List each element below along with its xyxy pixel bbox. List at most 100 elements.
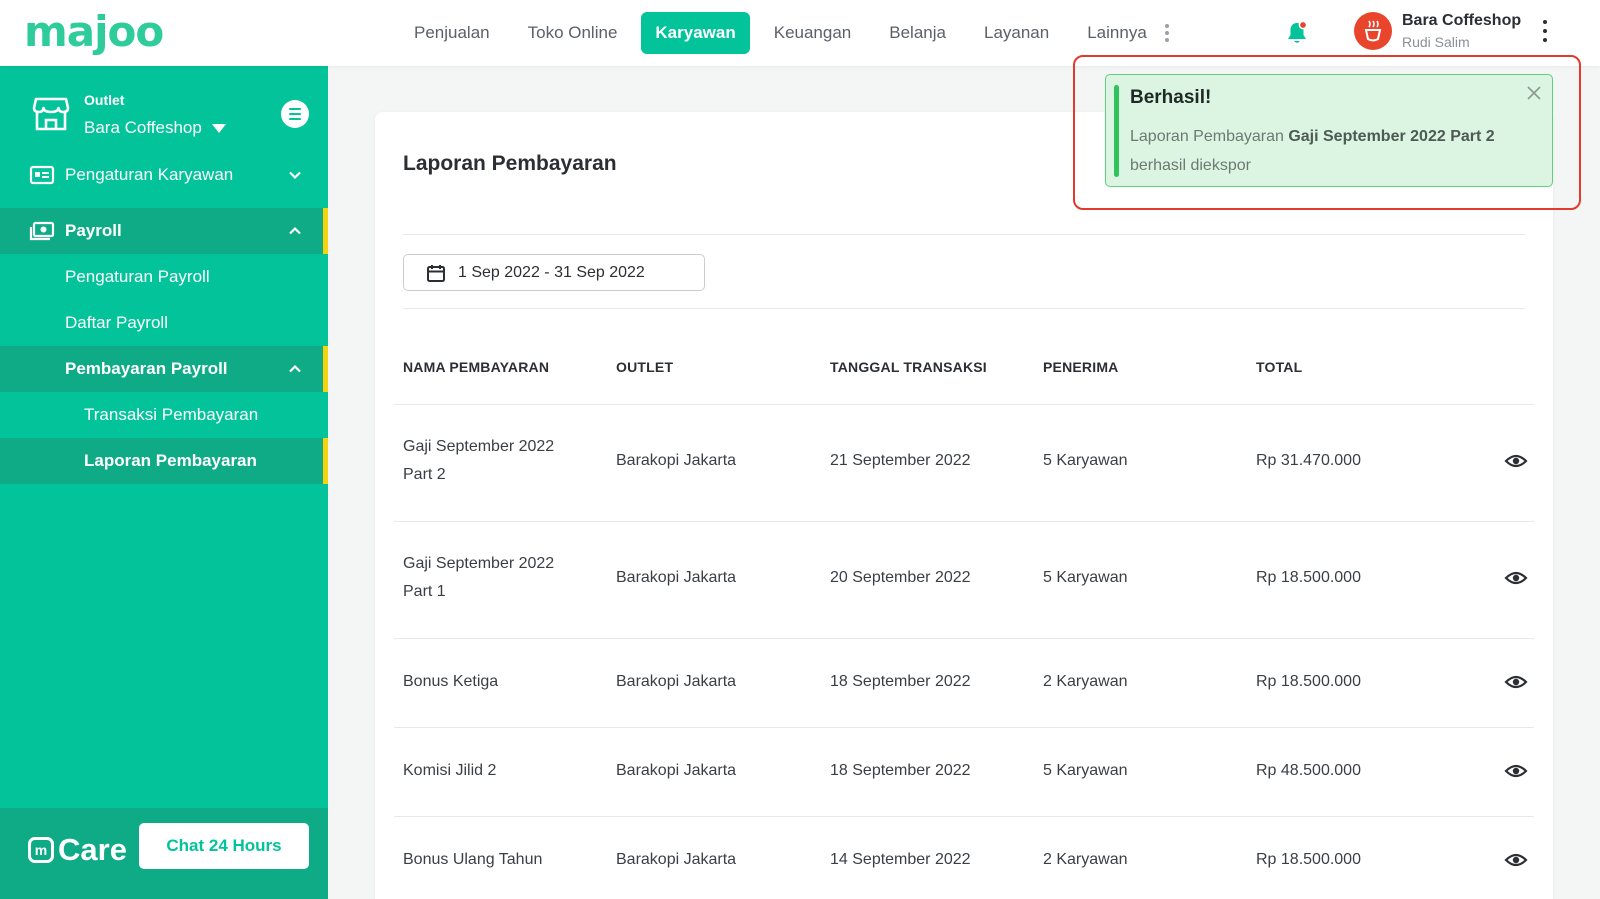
- sidebar-item-transaksi-pembayaran[interactable]: Transaksi Pembayaran: [0, 392, 328, 438]
- sidebar-item-payroll[interactable]: Payroll: [0, 208, 328, 254]
- more-vertical-icon[interactable]: [1161, 12, 1173, 54]
- column-header-nama: NAMA PEMBAYARAN: [403, 359, 550, 375]
- notification-bell-icon[interactable]: [1284, 20, 1310, 46]
- cell-name: Komisi Jilid 2: [403, 762, 497, 779]
- close-icon[interactable]: [1526, 85, 1542, 101]
- sidebar-item-pengaturan-payroll[interactable]: Pengaturan Payroll: [0, 254, 328, 300]
- cell-date: 14 September 2022: [830, 851, 971, 868]
- table-row[interactable]: Bonus Ulang Tahun Barakopi Jakarta 14 Se…: [394, 816, 1534, 899]
- cell-total: Rp 18.500.000: [1256, 673, 1361, 690]
- outlet-label: Outlet: [84, 92, 125, 108]
- toast-message-prefix: Laporan Pembayaran: [1130, 128, 1289, 145]
- outlet-name-text: Bara Coffeshop: [84, 118, 202, 137]
- nav-toko-online[interactable]: Toko Online: [514, 12, 632, 54]
- date-range-value: 1 Sep 2022 - 31 Sep 2022: [458, 263, 645, 281]
- nav-layanan[interactable]: Layanan: [970, 12, 1063, 54]
- care-text: Care: [58, 832, 127, 867]
- nav-lainnya[interactable]: Lainnya: [1073, 12, 1161, 54]
- cell-outlet: Barakopi Jakarta: [616, 569, 737, 586]
- cell-name: Gaji September 2022 Part 2: [403, 433, 554, 489]
- sidebar-item-pengaturan-karyawan[interactable]: Pengaturan Karyawan: [0, 152, 328, 198]
- chevron-up-icon: [289, 226, 301, 235]
- toast-message-bold: Gaji September 2022 Part 2: [1288, 128, 1495, 145]
- cell-date: 18 September 2022: [830, 673, 971, 690]
- toast-accent-bar: [1114, 85, 1119, 177]
- store-icon: [32, 97, 70, 131]
- success-toast: Berhasil! Laporan Pembayaran Gaji Septem…: [1105, 74, 1553, 187]
- outlet-selector[interactable]: Outlet Bara Coffeshop: [0, 66, 328, 152]
- table-row[interactable]: Gaji September 2022 Part 1 Barakopi Jaka…: [394, 521, 1534, 638]
- cell-name-line2: Part 1: [403, 583, 446, 600]
- user-avatar[interactable]: [1354, 12, 1392, 50]
- active-accent: [323, 346, 328, 392]
- sidebar-item-label: Payroll: [65, 221, 122, 240]
- cell-recipients: 5 Karyawan: [1043, 452, 1128, 469]
- sidebar-item-label: Pengaturan Payroll: [65, 267, 210, 286]
- money-icon: [29, 221, 55, 241]
- user-name[interactable]: Bara Coffeshop: [1402, 12, 1521, 30]
- cell-name-line2: Part 2: [403, 466, 446, 483]
- sidebar-item-label: Transaksi Pembayaran: [84, 405, 259, 424]
- sidebar-item-label: Pembayaran Payroll: [65, 359, 228, 378]
- cell-outlet: Barakopi Jakarta: [616, 851, 737, 868]
- sidebar-item-label: Daftar Payroll: [65, 313, 168, 332]
- nav-belanja[interactable]: Belanja: [875, 12, 960, 54]
- nav-keuangan[interactable]: Keuangan: [760, 12, 866, 54]
- divider: [403, 234, 1525, 235]
- cell-name-line1: Gaji September 2022: [403, 555, 555, 572]
- eye-icon[interactable]: [1504, 449, 1528, 473]
- chat-24-hours-button[interactable]: Chat 24 Hours: [139, 823, 309, 869]
- user-menu-icon[interactable]: [1540, 20, 1550, 42]
- toast-message: Laporan Pembayaran Gaji September 2022 P…: [1130, 122, 1530, 180]
- cell-outlet: Barakopi Jakarta: [616, 673, 737, 690]
- caret-down-icon: [211, 123, 226, 133]
- cell-total: Rp 18.500.000: [1256, 569, 1361, 586]
- cell-outlet: Barakopi Jakarta: [616, 762, 737, 779]
- sidebar-item-label: Laporan Pembayaran: [84, 451, 257, 470]
- column-header-outlet: OUTLET: [616, 359, 674, 375]
- cell-outlet: Barakopi Jakarta: [616, 452, 737, 469]
- eye-icon[interactable]: [1504, 670, 1528, 694]
- care-panel: m Care Chat 24 Hours: [0, 808, 328, 899]
- id-card-icon: [29, 165, 55, 185]
- sidebar-item-daftar-payroll[interactable]: Daftar Payroll: [0, 300, 328, 346]
- table-row[interactable]: Komisi Jilid 2 Barakopi Jakarta 18 Septe…: [394, 727, 1534, 816]
- toast-title: Berhasil!: [1130, 87, 1212, 108]
- calendar-icon: [427, 264, 445, 282]
- divider: [403, 308, 1525, 309]
- chevron-up-icon: [289, 364, 301, 373]
- majoo-care-logo: m Care: [28, 832, 127, 868]
- nav-penjualan[interactable]: Penjualan: [400, 12, 504, 54]
- sidebar-item-label: Pengaturan Karyawan: [65, 165, 234, 184]
- nav-karyawan[interactable]: Karyawan: [641, 12, 750, 54]
- active-accent: [323, 438, 328, 484]
- column-header-penerima: PENERIMA: [1043, 359, 1119, 375]
- user-subtitle: Rudi Salim: [1402, 34, 1470, 50]
- cell-total: Rp 31.470.000: [1256, 452, 1361, 469]
- chevron-down-icon: [289, 171, 301, 180]
- eye-icon[interactable]: [1504, 759, 1528, 783]
- cell-date: 21 September 2022: [830, 452, 971, 469]
- hamburger-menu-icon[interactable]: [281, 100, 309, 128]
- cell-date: 18 September 2022: [830, 762, 971, 779]
- table-row[interactable]: Bonus Ketiga Barakopi Jakarta 18 Septemb…: [394, 638, 1534, 727]
- majoo-logo[interactable]: majoo: [24, 10, 164, 54]
- column-header-tanggal: TANGGAL TRANSAKSI: [830, 359, 987, 375]
- cell-name: Bonus Ulang Tahun: [403, 851, 543, 868]
- page-title: Laporan Pembayaran: [403, 152, 617, 175]
- toast-message-suffix: berhasil diekspor: [1130, 157, 1251, 174]
- table-row[interactable]: Gaji September 2022 Part 2 Barakopi Jaka…: [394, 404, 1534, 521]
- cell-total: Rp 18.500.000: [1256, 851, 1361, 868]
- report-card: Laporan Pembayaran 1 Sep 2022 - 31 Sep 2…: [375, 112, 1553, 899]
- sidebar-item-laporan-pembayaran[interactable]: Laporan Pembayaran: [0, 438, 328, 484]
- cell-name: Gaji September 2022 Part 1: [403, 550, 554, 606]
- cell-total: Rp 48.500.000: [1256, 762, 1361, 779]
- main-nav: Penjualan Toko Online Karyawan Keuangan …: [400, 12, 1173, 54]
- eye-icon[interactable]: [1504, 848, 1528, 872]
- sidebar-item-pembayaran-payroll[interactable]: Pembayaran Payroll: [0, 346, 328, 392]
- date-range-picker[interactable]: 1 Sep 2022 - 31 Sep 2022: [403, 254, 705, 291]
- outlet-name[interactable]: Bara Coffeshop: [84, 118, 226, 138]
- coffee-cup-icon: [1364, 20, 1382, 42]
- eye-icon[interactable]: [1504, 566, 1528, 590]
- cell-recipients: 5 Karyawan: [1043, 569, 1128, 586]
